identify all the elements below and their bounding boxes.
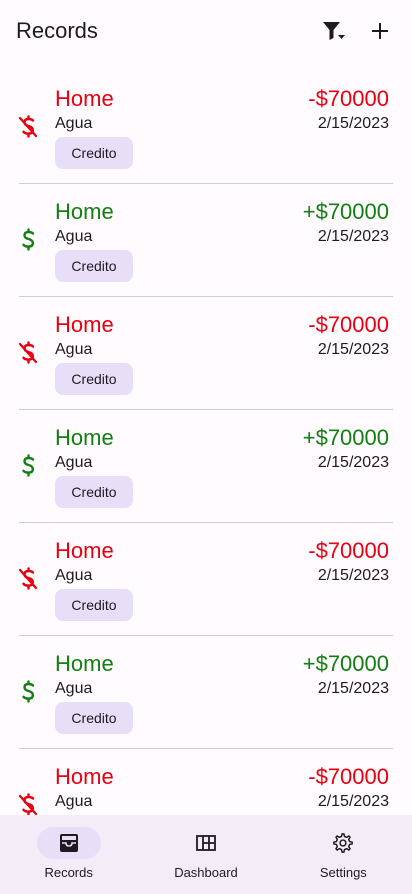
record-subcategory: Agua: [55, 115, 93, 132]
record-subcategory: Agua: [55, 680, 93, 697]
nav-label-dashboard: Dashboard: [174, 865, 238, 880]
record-amount: +$70000: [302, 651, 389, 676]
record-category: Home: [55, 538, 114, 563]
records-list: Home Agua Credito -$70000 2/15/2023 Home Agua C…: [0, 71, 412, 815]
record-amount: +$70000: [302, 425, 389, 450]
add-button[interactable]: [356, 7, 404, 55]
money-off-icon: [18, 115, 38, 138]
attach-money-icon: [22, 454, 35, 477]
account-chip[interactable]: Credito: [55, 137, 133, 169]
account-chip[interactable]: Credito: [55, 250, 133, 282]
record-category: Home: [55, 86, 114, 111]
record-row[interactable]: Home Agua Credito +$70000 2/15/2023: [19, 410, 393, 523]
record-subcategory: Agua: [55, 341, 93, 358]
record-category: Home: [55, 764, 114, 789]
record-row[interactable]: HomeAguaCredito-$700002/15/2023: [18, 749, 393, 815]
attach-money-icon: [22, 228, 35, 251]
gear-icon: [333, 833, 354, 853]
nav-indicator: [174, 827, 238, 859]
record-subcategory: Agua: [55, 793, 93, 810]
record-subcategory: Agua: [55, 454, 93, 471]
record-category: Home: [55, 312, 114, 337]
record-row[interactable]: Home Agua Credito -$70000 2/15/2023: [18, 297, 393, 410]
record-subcategory: Agua: [55, 228, 93, 245]
record-date: 2/15/2023: [317, 680, 389, 697]
record-row[interactable]: Home Agua Credito -$70000 2/15/2023: [18, 523, 393, 636]
filter-list-icon: [323, 22, 345, 40]
account-chip[interactable]: Credito: [55, 363, 133, 395]
nav-label-settings: Settings: [319, 865, 367, 880]
app-root: Records Home Agua Credito -$70000 2/15/2023 H…: [0, 0, 412, 894]
record-date: 2/15/2023: [317, 793, 389, 810]
account-chip[interactable]: Credito: [55, 589, 133, 621]
inbox-icon: [59, 834, 78, 852]
record-date: 2/15/2023: [317, 567, 389, 584]
record-date: 2/15/2023: [317, 228, 389, 245]
nav-indicator: [36, 827, 101, 859]
record-category: Home: [55, 651, 114, 676]
record-date: 2/15/2023: [317, 341, 389, 358]
record-row[interactable]: Home Agua Credito -$70000 2/15/2023: [18, 71, 393, 184]
nav-item-records[interactable]: Records: [0, 815, 137, 894]
record-amount: -$70000: [308, 538, 389, 563]
add-icon: [372, 23, 388, 39]
record-date: 2/15/2023: [317, 454, 389, 471]
nav-item-settings[interactable]: Settings: [275, 815, 412, 894]
bottom-navigation: Records Dashboard Settings: [0, 815, 412, 894]
record-amount: +$70000: [302, 199, 389, 224]
record-amount: -$70000: [308, 86, 389, 111]
record-row[interactable]: Home Agua Credito +$70000 2/15/2023: [19, 184, 393, 297]
nav-label-records: Records: [44, 865, 93, 880]
page-title: Records: [16, 18, 98, 43]
record-category: Home: [55, 425, 114, 450]
money-off-icon: [18, 341, 38, 364]
record-date: 2/15/2023: [317, 115, 389, 132]
record-amount: -$70000: [308, 312, 389, 337]
dashboard-icon: [196, 835, 216, 851]
record-amount: -$70000: [308, 764, 389, 789]
record-category: Home: [55, 199, 114, 224]
top-app-bar: Records: [0, 0, 412, 62]
attach-money-icon: [22, 680, 35, 703]
money-off-icon: [18, 793, 38, 815]
account-chip[interactable]: Credito: [55, 476, 133, 508]
account-chip[interactable]: Credito: [55, 702, 133, 734]
nav-indicator: [311, 827, 375, 859]
nav-item-dashboard[interactable]: Dashboard: [137, 815, 274, 894]
record-subcategory: Agua: [55, 567, 93, 584]
money-off-icon: [18, 567, 38, 590]
filter-button[interactable]: [310, 7, 358, 55]
record-row[interactable]: Home Agua Credito +$70000 2/15/2023: [19, 636, 393, 749]
